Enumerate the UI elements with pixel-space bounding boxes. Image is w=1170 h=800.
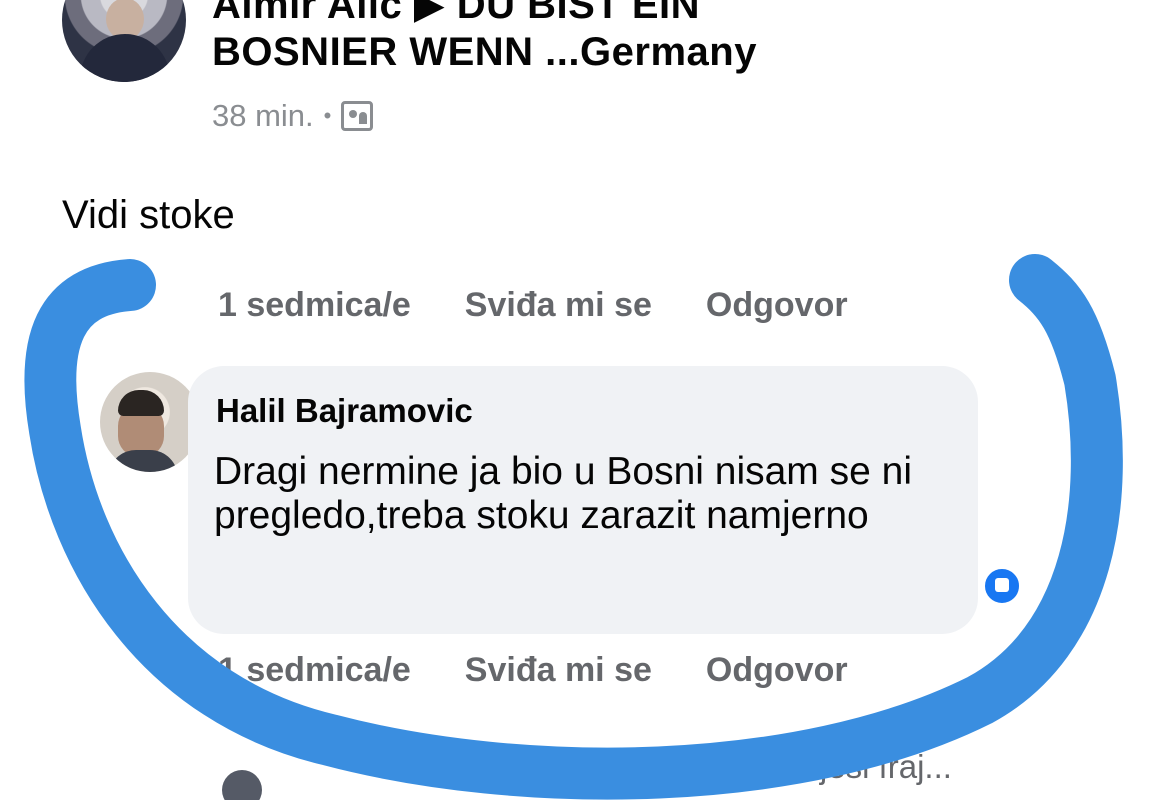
reply-snippet[interactable]: ...ju a jesi fraj... — [730, 748, 952, 786]
facebook-post-screenshot: Almir Alic ▶ DU BIST EIN BOSNIER WENN ..… — [0, 0, 1170, 800]
post-text: Vidi stoke — [62, 193, 235, 237]
comment-time[interactable]: 1 sedmica/e — [218, 286, 411, 325]
comment-actions-top: 1 sedmica/e Sviđa mi se Odgovor — [218, 286, 902, 325]
commenter-avatar[interactable] — [100, 372, 200, 472]
avatar-shirt — [108, 450, 178, 472]
post-header-line2[interactable]: BOSNIER WENN ...Germany — [212, 30, 757, 75]
avatar-hair — [118, 390, 164, 416]
like-link[interactable]: Sviđa mi se — [465, 651, 652, 690]
poster-avatar[interactable] — [62, 0, 186, 82]
comment-text: Dragi nermine ja bio u Bosni nisam se ni… — [214, 450, 913, 537]
avatar-shoulders — [80, 34, 170, 82]
group-icon — [341, 101, 374, 131]
commenter-name[interactable]: Halil Bajramovic — [216, 392, 473, 430]
like-link[interactable]: Sviđa mi se — [465, 286, 652, 325]
comment-actions-bottom: 1 sedmica/e Sviđa mi se Odgovor — [218, 651, 902, 690]
post-time[interactable]: 38 min. — [212, 98, 314, 134]
reply-link[interactable]: Odgovor — [706, 286, 848, 325]
post-meta: 38 min. • — [212, 98, 374, 134]
reply-avatar[interactable] — [222, 770, 262, 800]
comment-time[interactable]: 1 sedmica/e — [218, 651, 411, 690]
post-header-line1[interactable]: Almir Alic ▶ DU BIST EIN — [212, 0, 700, 28]
meta-separator: • — [323, 103, 332, 128]
reply-link[interactable]: Odgovor — [706, 651, 848, 690]
like-icon[interactable] — [982, 566, 1022, 606]
